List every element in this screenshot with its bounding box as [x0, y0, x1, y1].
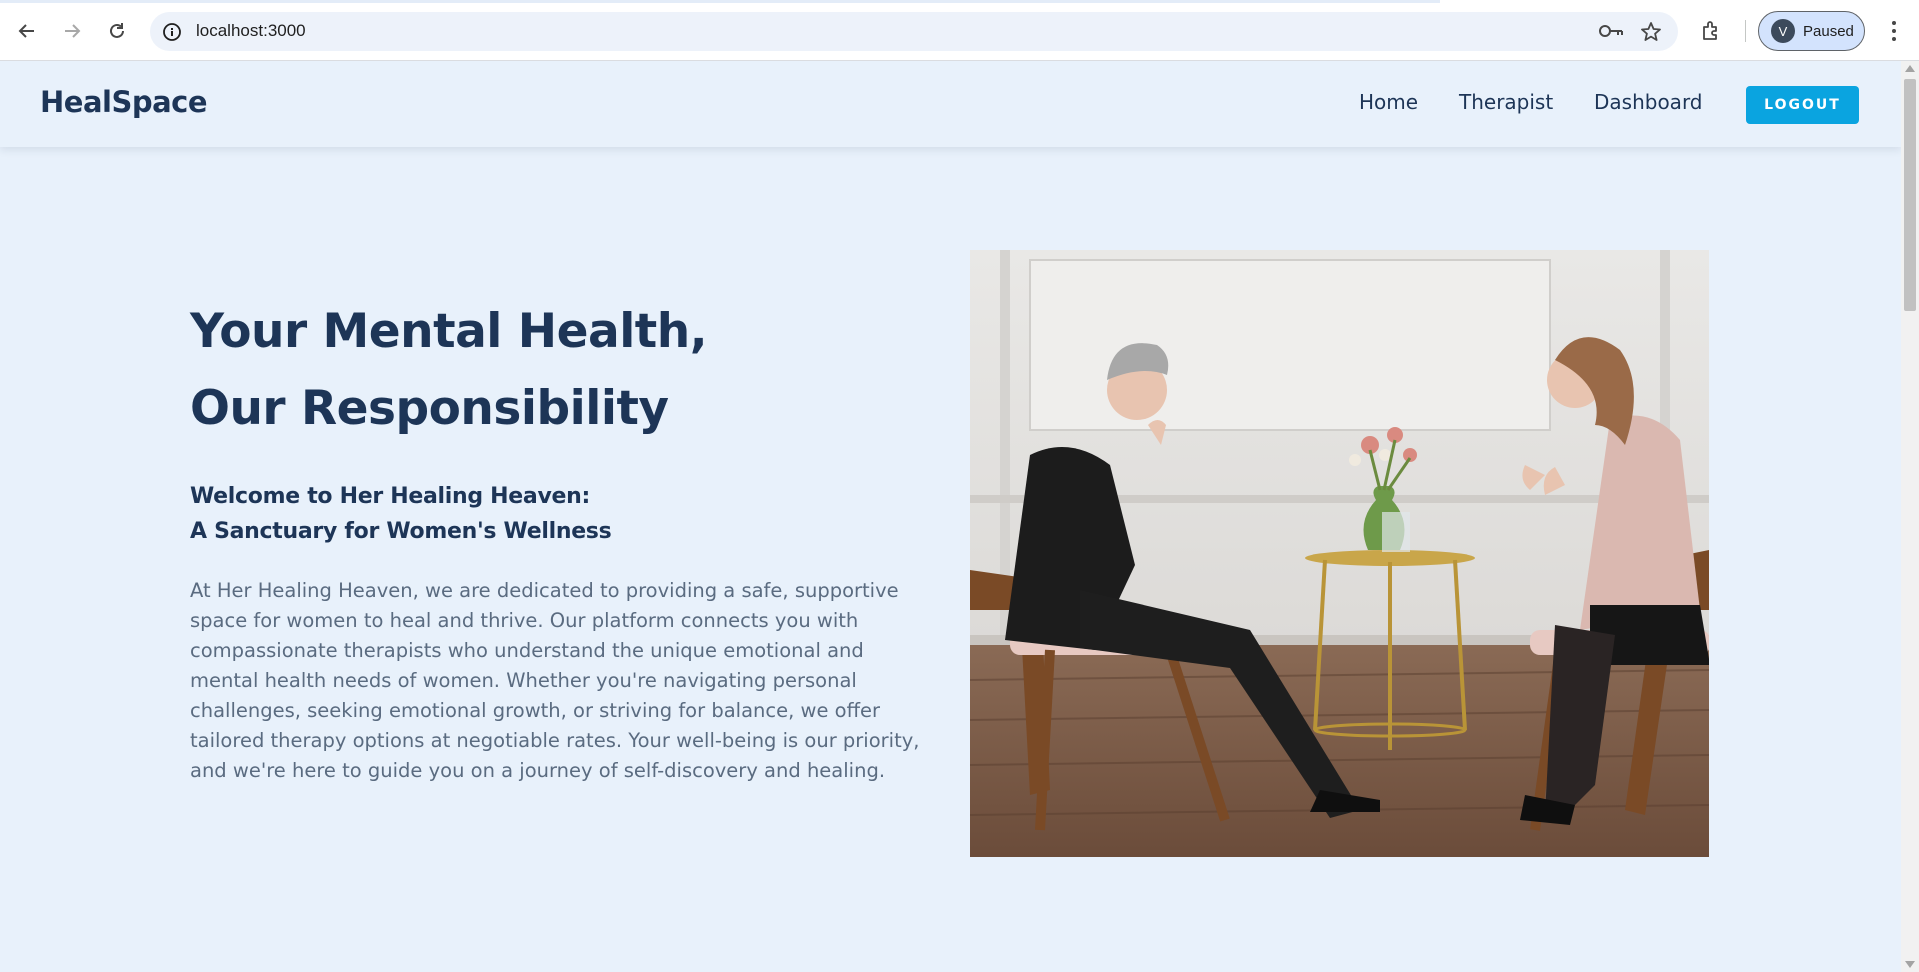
hero-title-line: Our Responsibility	[190, 381, 669, 436]
page-viewport: HealSpace Home Therapist Dashboard LOGOU…	[0, 61, 1901, 972]
hero-subtitle-line: Welcome to Her Healing Heaven:	[190, 484, 590, 509]
profile-status: Paused	[1803, 22, 1854, 40]
scrollbar-thumb[interactable]	[1904, 79, 1916, 311]
browser-menu-button[interactable]	[1882, 18, 1906, 44]
arrow-right-icon	[65, 24, 81, 38]
url-text[interactable]: localhost:3000	[196, 21, 306, 41]
address-bar[interactable]: localhost:3000	[150, 12, 1678, 51]
back-button[interactable]	[10, 14, 44, 48]
profile-button[interactable]: V Paused	[1758, 11, 1865, 51]
menu-dot-icon	[1892, 29, 1896, 33]
menu-dot-icon	[1892, 37, 1896, 41]
scroll-down-arrow-icon[interactable]	[1905, 961, 1915, 968]
toolbar-divider	[1745, 20, 1746, 42]
hero-description: At Her Healing Heaven, we are dedicated …	[190, 579, 920, 782]
hero-subtitle: Welcome to Her Healing Heaven: A Sanctua…	[190, 479, 612, 549]
scroll-up-arrow-icon[interactable]	[1905, 65, 1915, 72]
forward-button[interactable]	[55, 14, 89, 48]
nav-link-therapist[interactable]: Therapist	[1459, 90, 1553, 114]
extensions-button[interactable]	[1694, 14, 1728, 48]
puzzle-piece-icon	[1703, 21, 1717, 40]
reload-icon	[110, 23, 124, 38]
nav-link-home[interactable]: Home	[1359, 90, 1418, 114]
therapy-session-photo	[970, 250, 1709, 857]
site-navbar: HealSpace Home Therapist Dashboard LOGOU…	[0, 61, 1901, 147]
logout-button[interactable]: LOGOUT	[1746, 86, 1859, 124]
bookmark-star-icon[interactable]	[1640, 21, 1662, 43]
hero-title: Your Mental Health, Our Responsibility	[190, 293, 708, 447]
nav-link-dashboard[interactable]: Dashboard	[1594, 90, 1703, 114]
arrow-left-icon	[18, 24, 34, 38]
browser-toolbar: localhost:3000 V Paused	[0, 0, 1919, 61]
hero-title-line: Your Mental Health,	[190, 304, 708, 359]
menu-dot-icon	[1892, 21, 1896, 25]
avatar: V	[1771, 19, 1795, 43]
password-key-icon[interactable]	[1598, 22, 1624, 40]
page-load-indicator	[0, 0, 1440, 3]
page-scrollbar[interactable]	[1901, 61, 1919, 972]
therapy-session-illustration	[970, 250, 1709, 857]
reload-button[interactable]	[100, 14, 134, 48]
site-info-icon[interactable]	[162, 22, 182, 42]
hero-subtitle-line: A Sanctuary for Women's Wellness	[190, 519, 612, 544]
brand-logo[interactable]: HealSpace	[40, 85, 208, 119]
